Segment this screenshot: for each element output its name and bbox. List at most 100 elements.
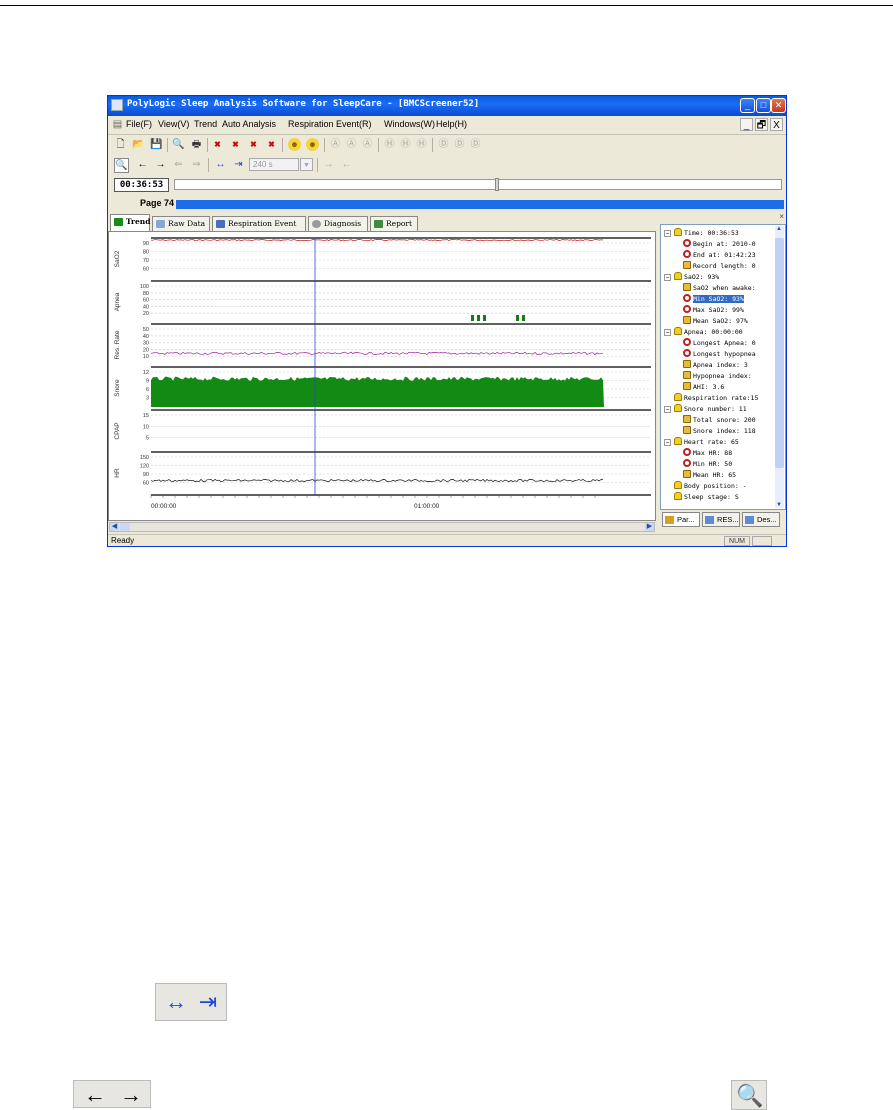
tab-raw-data[interactable]: Raw Data [152, 216, 210, 231]
tree-node[interactable]: − SaO2: 93% [664, 272, 719, 281]
tab-trend[interactable]: Trend [110, 214, 150, 231]
menu-auto-analysis[interactable]: Auto Analysis [222, 119, 276, 129]
page-forward-icon[interactable]: ⇒ [190, 158, 203, 171]
tree-node[interactable]: Begin at: 2010-0 [683, 239, 756, 248]
horizontal-scrollbar[interactable]: ◀ ▶ [109, 522, 655, 532]
hypopnea-next-icon[interactable]: Ⓗ [415, 138, 428, 151]
tab-respiration-event[interactable]: Respiration Event [212, 216, 306, 231]
tree-node[interactable]: Longest Apnea: 0 [683, 338, 756, 347]
close-button[interactable]: ✕ [771, 98, 786, 113]
scroll-down-icon[interactable]: ▼ [776, 502, 782, 508]
tab-diagnosis[interactable]: Diagnosis [308, 216, 368, 231]
tab-desaturation[interactable]: Des... [742, 512, 780, 527]
arrow-left-icon[interactable]: ← [136, 158, 149, 171]
scroll-left-icon[interactable]: ◀ [110, 523, 119, 531]
open-folder-icon[interactable]: 📂 [132, 138, 145, 151]
tree-scroll-thumb[interactable] [775, 238, 784, 468]
tab-respiration[interactable]: RES... [702, 512, 740, 527]
alarm-icon[interactable]: ☻ [288, 138, 301, 151]
trend-chart-area[interactable]: 90 80 70 60 SaO2 100 80 60 40 20 Apnea 50 40 30 20 10 Re… [108, 231, 656, 521]
hypopnea-prev-icon[interactable]: Ⓗ [399, 138, 412, 151]
num-lock-indicator: NUM [724, 536, 750, 546]
y-tick-label: 15 [143, 413, 149, 419]
tab-parameters[interactable]: Par... [662, 512, 700, 527]
collapse-toggle[interactable]: − [664, 329, 671, 336]
delete-spo2-icon[interactable]: ✖ [211, 138, 224, 151]
chevron-down-icon[interactable]: ▼ [300, 158, 313, 171]
tab-report[interactable]: Report [370, 216, 418, 231]
save-icon[interactable]: 💾 [150, 138, 163, 151]
print-preview-icon[interactable]: 🔍 [172, 138, 185, 151]
arrow-right-icon[interactable]: → [154, 158, 167, 171]
tree-node[interactable]: AHI: 3.6 [683, 382, 724, 391]
tree-node[interactable]: − Apnea: 00:00:00 [664, 327, 743, 336]
collapse-toggle[interactable]: − [664, 439, 671, 446]
tree-scrollbar[interactable]: ▲ ▼ [775, 226, 784, 508]
tree-node[interactable]: Max HR: 88 [683, 448, 732, 457]
apnea-mark-icon[interactable]: Ⓐ [329, 138, 342, 151]
apnea-prev-icon[interactable]: Ⓐ [345, 138, 358, 151]
zoom-page-icon[interactable]: 🔍 [114, 158, 129, 173]
tree-node[interactable]: Body position: - [664, 481, 747, 490]
time-slider[interactable] [174, 178, 782, 191]
mdi-close-button[interactable]: X [770, 118, 783, 131]
zoom-in-time-icon[interactable]: ⇥ [232, 158, 245, 171]
tree-node[interactable]: Mean HR: 65 [683, 470, 736, 479]
menu-file[interactable]: File(F) [126, 119, 152, 129]
tree-node[interactable]: Sleep stage: S [664, 492, 739, 501]
tree-node[interactable]: − Time: 00:36:53 [664, 228, 739, 237]
delete-event-icon[interactable]: ✖ [265, 138, 278, 151]
tree-node[interactable]: Longest hypopnea [683, 349, 756, 358]
tree-node[interactable]: Total snore: 200 [683, 415, 756, 424]
scroll-right-icon[interactable]: ▶ [645, 523, 654, 531]
tree-node[interactable]: Apnea index: 3 [683, 360, 748, 369]
apnea-next-icon[interactable]: Ⓐ [361, 138, 374, 151]
scroll-up-icon[interactable]: ▲ [776, 226, 782, 232]
tree-node[interactable]: Respiration rate:15 [664, 393, 758, 402]
print-icon[interactable]: 🖶 [190, 138, 203, 151]
tree-node[interactable]: Max SaO2: 99% [683, 305, 744, 314]
mdi-restore-button[interactable]: 🗗 [755, 118, 768, 131]
go-to-end-icon[interactable]: ← [340, 158, 353, 171]
new-file-icon[interactable]: 🗋 [114, 138, 127, 151]
go-to-start-icon[interactable]: → [322, 158, 335, 171]
delete-hr-icon[interactable]: ✖ [229, 138, 242, 151]
menu-windows[interactable]: Windows(W) [384, 119, 435, 129]
parameter-tree[interactable]: ▲ ▼ − Time: 00:36:53 Begin at: 2010-0 End a… [660, 224, 786, 510]
tree-node[interactable]: Record length: 0 [683, 261, 756, 270]
tree-node[interactable]: SaO2 when awake: [683, 283, 756, 292]
delete-rr-icon[interactable]: ✖ [247, 138, 260, 151]
zoom-out-time-icon[interactable]: ↔ [214, 158, 227, 171]
collapse-toggle[interactable]: − [664, 274, 671, 281]
panel-close-button[interactable]: × [779, 212, 784, 221]
tree-node[interactable]: Min SaO2: 93% [683, 294, 744, 303]
maximize-button[interactable]: □ [756, 98, 771, 113]
desaturation-next-icon[interactable]: Ⓓ [469, 138, 482, 151]
tree-node[interactable]: − Heart rate: 65 [664, 437, 739, 446]
menu-respiration-event[interactable]: Respiration Event(R) [288, 119, 372, 129]
desaturation-prev-icon[interactable]: Ⓓ [453, 138, 466, 151]
tab-label: RES... [717, 515, 739, 524]
page-back-icon[interactable]: ⇐ [172, 158, 185, 171]
time-slider-thumb[interactable] [495, 178, 499, 191]
collapse-toggle[interactable]: − [664, 406, 671, 413]
minimize-button[interactable]: _ [740, 98, 755, 113]
desaturation-mark-icon[interactable]: Ⓓ [437, 138, 450, 151]
tree-node[interactable]: Min HR: 50 [683, 459, 732, 468]
tree-node[interactable]: End at: 01:42:23 [683, 250, 756, 259]
menu-help[interactable]: Help(H) [436, 119, 467, 129]
menu-trend[interactable]: Trend [194, 119, 217, 129]
menu-view[interactable]: View(V) [158, 119, 189, 129]
trend-chart[interactable]: 90807060SaO210080604020Apnea5040302010Re… [109, 232, 655, 520]
collapse-toggle[interactable]: − [664, 230, 671, 237]
tree-node[interactable]: Snore index: 118 [683, 426, 756, 435]
hypopnea-mark-icon[interactable]: Ⓗ [383, 138, 396, 151]
title-bar[interactable]: PolyLogic Sleep Analysis Software for Sl… [108, 96, 786, 116]
alarm-settings-icon[interactable]: ☻ [306, 138, 319, 151]
tree-node[interactable]: Hypopnea index: [683, 371, 752, 380]
scroll-thumb[interactable] [120, 523, 130, 531]
tree-node[interactable]: − Snore number: 11 [664, 404, 747, 413]
mdi-minimize-button[interactable]: _ [740, 118, 753, 131]
tree-node[interactable]: Mean SaO2: 97% [683, 316, 748, 325]
time-window-select[interactable]: 240 s [249, 158, 299, 171]
